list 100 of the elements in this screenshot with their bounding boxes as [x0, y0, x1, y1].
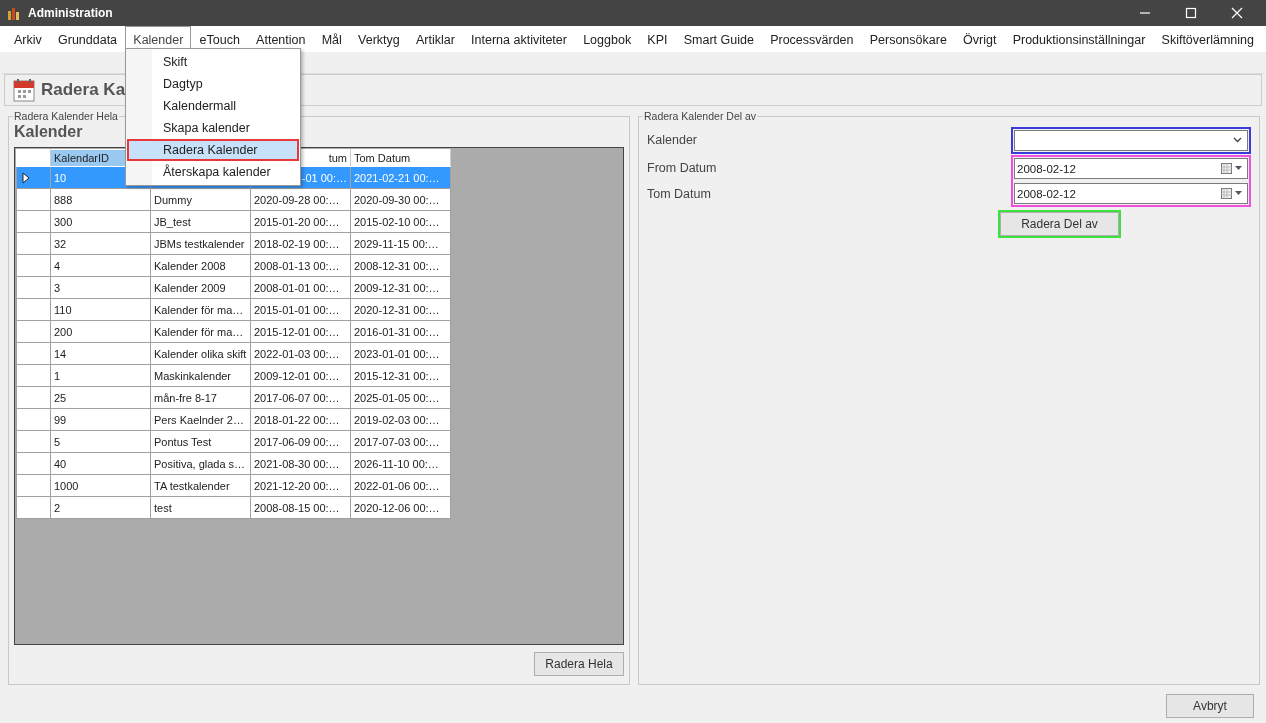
table-cell: 2015-01-20 00:… — [250, 210, 351, 233]
field-label: Kalender — [647, 133, 698, 147]
table-cell: 2015-12-01 00:… — [250, 320, 351, 343]
table-cell: 2025-01-05 00:… — [350, 386, 451, 409]
field-label: From Datum — [647, 161, 717, 175]
table-cell: 2017-06-07 00:… — [250, 386, 351, 409]
menu-item[interactable]: Arkiv — [6, 26, 50, 52]
menu-item[interactable]: Mål — [313, 26, 350, 52]
menu-item[interactable]: Skift — [127, 51, 299, 73]
column-header[interactable]: Tom Datum — [350, 149, 451, 167]
table-cell: 99 — [50, 408, 151, 431]
current-row-icon — [21, 171, 31, 184]
table-cell: TA testkalender — [150, 474, 251, 497]
table-cell: 2029-11-15 00:… — [350, 232, 451, 255]
table-cell: 2008-01-13 00:… — [250, 254, 351, 277]
calendar-dropdown-icon[interactable] — [1221, 163, 1243, 174]
page-title: Radera Ka — [41, 80, 126, 100]
group-legend: Radera Kalender Hela — [13, 110, 119, 122]
table-cell: 5 — [50, 430, 151, 453]
table-cell: 2015-01-01 00:… — [250, 298, 351, 321]
table-cell: Kalender 2008 — [150, 254, 251, 277]
date-value: 2008-02-12 — [1017, 187, 1076, 200]
table-cell: 2020-12-06 00:… — [350, 496, 451, 519]
table-cell: 2018-02-19 00:… — [250, 232, 351, 255]
table-cell: 2008-12-31 00:… — [350, 254, 451, 277]
section-heading: Kalender — [14, 123, 83, 141]
menu-item[interactable]: Skiftöverlämning — [1153, 26, 1262, 52]
table-cell: 2008-08-15 00:… — [250, 496, 351, 519]
table-cell: Kalender olika skift — [150, 342, 251, 365]
menu-item[interactable]: Grunddata — [50, 26, 126, 52]
table-cell: Pontus Test — [150, 430, 251, 453]
table-cell: Kalender för ma… — [150, 298, 251, 321]
table-cell: Maskinkalender — [150, 364, 251, 387]
table-cell: Positiva, glada s… — [150, 452, 251, 475]
chevron-down-icon[interactable] — [1233, 137, 1242, 143]
menu-item[interactable]: Radera Kalender — [127, 139, 299, 161]
table-cell: 2022-01-06 00:… — [350, 474, 451, 497]
table-cell: 2017-07-03 00:… — [350, 430, 451, 453]
table-cell: test — [150, 496, 251, 519]
table-cell: 2008-01-01 00:… — [250, 276, 351, 299]
field-label: Tom Datum — [647, 187, 712, 201]
menu-item[interactable]: Interna aktiviteter — [463, 26, 575, 52]
table-cell: 4 — [50, 254, 151, 277]
table-cell: Dummy — [150, 188, 251, 211]
group-legend: Radera Kalender Del av — [643, 110, 758, 122]
table-cell: 2020-12-31 00:… — [350, 298, 451, 321]
table-cell: 2021-12-20 00:… — [250, 474, 351, 497]
table-cell: 2019-02-03 00:… — [350, 408, 451, 431]
table-cell: 2009-12-31 00:… — [350, 276, 451, 299]
menu-item[interactable]: Produktionsinställningar — [1004, 26, 1154, 52]
window-title: Administration — [28, 6, 113, 20]
table-cell: 2020-09-30 00:… — [350, 188, 451, 211]
table-cell: JB_test — [150, 210, 251, 233]
table-cell: 2018-01-22 00:… — [250, 408, 351, 431]
table-cell: 2015-12-31 00:… — [350, 364, 451, 387]
table-cell: 2016-01-31 00:… — [350, 320, 451, 343]
calendar-dropdown-icon[interactable] — [1221, 188, 1243, 199]
cancel-button[interactable]: Avbryt — [1166, 694, 1254, 718]
table-cell: 1000 — [50, 474, 151, 497]
app-logo-icon — [6, 5, 22, 21]
table-cell: 40 — [50, 452, 151, 475]
table-cell: 2026-11-10 00:… — [350, 452, 451, 475]
calendar-icon — [13, 78, 35, 102]
table-cell: 14 — [50, 342, 151, 365]
table-cell: 888 — [50, 188, 151, 211]
menu-item[interactable]: Attention — [248, 26, 314, 52]
table-cell: 2017-06-09 00:… — [250, 430, 351, 453]
menu-item[interactable]: Kalendermall — [127, 95, 299, 117]
table-cell: 2021-08-30 00:… — [250, 452, 351, 475]
menu-item[interactable]: Övrigt — [955, 26, 1005, 52]
menu-item[interactable]: Skapa kalender — [127, 117, 299, 139]
table-cell: 2 — [50, 496, 151, 519]
delete-all-button[interactable]: Radera Hela — [534, 652, 624, 676]
table-cell: 32 — [50, 232, 151, 255]
menu-item[interactable]: Artiklar — [407, 26, 463, 52]
table-cell: 3 — [50, 276, 151, 299]
date-picker[interactable]: 2008-02-12 — [1014, 158, 1248, 179]
table-cell: Kalender 2009 — [150, 276, 251, 299]
table-cell: 2009-12-01 00:… — [250, 364, 351, 387]
table-cell: 2022-01-03 00:… — [250, 342, 351, 365]
date-picker[interactable]: 2008-02-12 — [1014, 183, 1248, 204]
table-cell: 2020-09-28 00:… — [250, 188, 351, 211]
table-cell: 110 — [50, 298, 151, 321]
table-cell: mån-fre 8-17 — [150, 386, 251, 409]
table-cell: Kalender för ma… — [150, 320, 251, 343]
menu-item[interactable]: Dagtyp — [127, 73, 299, 95]
table-cell: 2023-01-01 00:… — [350, 342, 451, 365]
table-cell: 200 — [50, 320, 151, 343]
delete-part-button[interactable]: Radera Del av — [1000, 212, 1119, 236]
date-value: 2008-02-12 — [1017, 162, 1076, 175]
menu-item[interactable]: Loggbok — [575, 26, 640, 52]
table-cell: Pers Kaelnder 2… — [150, 408, 251, 431]
table-cell: JBMs testkalender — [150, 232, 251, 255]
menu-item[interactable]: Smart Guide — [675, 26, 762, 52]
menu-item[interactable]: Personsökare — [861, 26, 955, 52]
menu-item[interactable]: KPI — [639, 26, 676, 52]
menu-item[interactable]: eTouch — [191, 26, 248, 52]
menu-item[interactable]: Verktyg — [350, 26, 408, 52]
menu-item[interactable]: Processvärden — [762, 26, 862, 52]
table-cell: 300 — [50, 210, 151, 233]
